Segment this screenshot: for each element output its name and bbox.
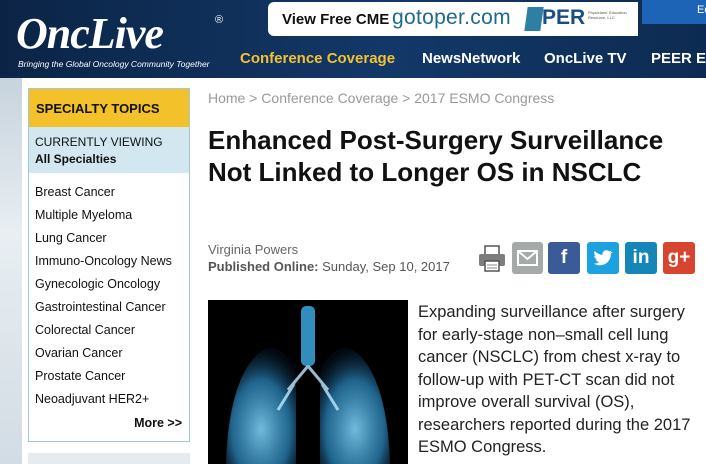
- peer-badge-icon: [524, 7, 544, 31]
- specialty-list: Breast Cancer Multiple Myeloma Lung Canc…: [35, 185, 185, 415]
- sidebar-heading: SPECIALTY TOPICS: [36, 101, 160, 116]
- logo-text: OncLive: [16, 9, 164, 58]
- logo-registered-mark: ®: [215, 14, 224, 26]
- nav-onclive-tv[interactable]: OncLive TV: [544, 50, 627, 67]
- googleplus-share-button[interactable]: g+: [663, 242, 695, 274]
- peer-logo-text: PER: [542, 6, 586, 29]
- print-icon[interactable]: [476, 242, 508, 274]
- logo-tagline: Bringing the Global Oncology Community T…: [18, 59, 210, 69]
- article-author[interactable]: Virginia Powers: [208, 242, 298, 257]
- email-icon: [517, 250, 538, 266]
- cme-banner[interactable]: View Free CME gotoper.com PER Physicians…: [268, 2, 638, 36]
- twitter-share-button[interactable]: [587, 242, 619, 274]
- nav-peer[interactable]: PEER E: [651, 50, 706, 67]
- googleplus-icon: g+: [667, 247, 691, 268]
- sidebar-item-multiple-myeloma[interactable]: Multiple Myeloma: [35, 208, 185, 231]
- sidebar-item-neoadjuvant-her2[interactable]: Neoadjuvant HER2+: [35, 392, 185, 415]
- linkedin-share-button[interactable]: in: [625, 242, 657, 274]
- lung-illustration: [208, 300, 408, 464]
- peer-logo-subtext: Physicians' Education Resource, LLC: [588, 10, 627, 20]
- onclive-logo[interactable]: OncLive ® Bringing the Global Oncology C…: [16, 8, 226, 70]
- sidebar-more-link[interactable]: More >>: [134, 416, 182, 430]
- linkedin-icon: in: [632, 247, 650, 268]
- nav-newsnetwork[interactable]: NewsNetwork: [422, 50, 520, 67]
- currently-viewing-label: CURRENTLY VIEWING: [35, 135, 163, 149]
- sidebar-item-colorectal-cancer[interactable]: Colorectal Cancer: [35, 323, 185, 346]
- sidebar-item-gynecologic-oncology[interactable]: Gynecologic Oncology: [35, 277, 185, 300]
- edu-tab-label[interactable]: Ed: [697, 4, 706, 16]
- currently-viewing-value: All Specialties: [35, 152, 117, 166]
- nav-conference-coverage[interactable]: Conference Coverage: [240, 50, 395, 67]
- sidebar-bottom-panel: [28, 453, 190, 464]
- sidebar-item-prostate-cancer[interactable]: Prostate Cancer: [35, 369, 185, 392]
- sidebar-header: SPECIALTY TOPICS: [29, 89, 189, 127]
- twitter-icon: [594, 250, 613, 266]
- gotoper-brand: gotoper.com: [392, 6, 511, 29]
- published-line: Published Online: Sunday, Sep 10, 2017: [208, 259, 450, 274]
- site-header: OncLive ® Bringing the Global Oncology C…: [0, 0, 706, 78]
- sidebar-item-breast-cancer[interactable]: Breast Cancer: [35, 185, 185, 208]
- sidebar-item-immuno-oncology[interactable]: Immuno-Oncology News: [35, 254, 185, 277]
- sidebar-item-gastrointestinal-cancer[interactable]: Gastrointestinal Cancer: [35, 300, 185, 323]
- facebook-icon: f: [560, 247, 568, 268]
- cme-label: View Free CME: [282, 11, 390, 28]
- breadcrumb[interactable]: Home > Conference Coverage > 2017 ESMO C…: [208, 90, 554, 106]
- peer-logo: PER Physicians' Education Resource, LLC: [524, 5, 634, 33]
- article-headline: Enhanced Post-Surgery Surveillance Not L…: [208, 125, 664, 187]
- sidebar-item-lung-cancer[interactable]: Lung Cancer: [35, 231, 185, 254]
- page-background-strip: [0, 78, 22, 464]
- currently-viewing-box: CURRENTLY VIEWING All Specialties: [29, 127, 189, 173]
- email-share-button[interactable]: [512, 242, 543, 274]
- article-lede: Expanding surveillance after surgery for…: [418, 303, 691, 456]
- sidebar-item-ovarian-cancer[interactable]: Ovarian Cancer: [35, 346, 185, 369]
- published-date: Sunday, Sep 10, 2017: [322, 259, 450, 274]
- published-label: Published Online:: [208, 259, 319, 274]
- specialty-topics-sidebar: SPECIALTY TOPICS CURRENTLY VIEWING All S…: [28, 88, 190, 442]
- facebook-share-button[interactable]: f: [548, 242, 580, 274]
